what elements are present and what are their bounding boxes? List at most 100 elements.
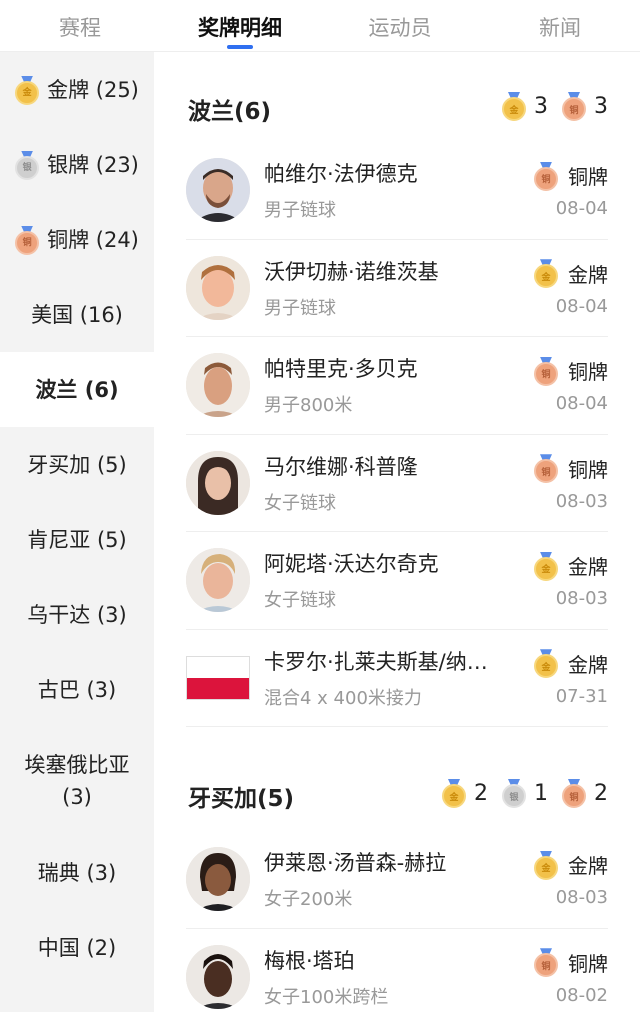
bronze-medal-icon: 铜 bbox=[534, 948, 558, 978]
bronze-medal-icon: 铜 bbox=[562, 92, 586, 121]
sidebar-item-poland[interactable]: 波兰 (6) bbox=[0, 352, 154, 427]
poland-flag-icon bbox=[186, 655, 250, 700]
medal-counts: 金 2 银 1 铜 2 bbox=[428, 779, 608, 808]
athlete-name: 阿妮塔·沃达尔奇克 bbox=[264, 552, 439, 577]
medal-detail-list: 波兰(6) 金 3 铜 3 帕维尔·法伊德克 男子链球 铜铜牌 08-04 沃伊… bbox=[154, 52, 640, 1012]
event-name: 女子200米 bbox=[264, 889, 353, 911]
gold-medal-icon: 金 bbox=[534, 259, 558, 289]
gold-count: 金 2 bbox=[442, 779, 488, 808]
sidebar-item-usa[interactable]: 美国 (16) bbox=[0, 277, 154, 352]
count-value: 2 bbox=[474, 780, 488, 806]
medal-row[interactable]: 帕特里克·多贝克 男子800米 铜铜牌 08-04 bbox=[186, 337, 608, 435]
medal-label: 金牌 bbox=[568, 262, 608, 287]
medal-label: 金牌 bbox=[568, 854, 608, 879]
medal-row[interactable]: 帕维尔·法伊德克 男子链球 铜铜牌 08-04 bbox=[186, 142, 608, 240]
athlete-name: 马尔维娜·科普隆 bbox=[264, 454, 418, 479]
section-header-jamaica: 牙买加(5) 金 2 银 1 铜 2 bbox=[154, 727, 640, 831]
sidebar-item-ethiopia[interactable]: 埃塞俄比亚 (3) bbox=[0, 727, 154, 835]
bronze-medal-icon: 铜 bbox=[534, 356, 558, 386]
medal-label: 铜牌 bbox=[568, 360, 608, 385]
silver-count: 银 1 bbox=[502, 779, 548, 808]
medal-row[interactable]: 梅根·塔珀 女子100米跨栏 铜铜牌 08-02 bbox=[186, 929, 608, 1012]
gold-medal-icon: 金 bbox=[442, 779, 466, 808]
athlete-name: 卡罗尔·扎莱夫斯基/纳… bbox=[264, 649, 488, 674]
count-value: 3 bbox=[534, 93, 548, 119]
tab-athletes[interactable]: 运动员 bbox=[320, 0, 480, 51]
athlete-avatar bbox=[186, 847, 250, 912]
athlete-avatar bbox=[186, 353, 250, 418]
bronze-medal-icon: 铜 bbox=[15, 225, 40, 255]
medal-row[interactable]: 卡罗尔·扎莱夫斯基/纳… 混合4 x 400米接力 金金牌 07-31 bbox=[186, 630, 608, 727]
medal-row[interactable]: 沃伊切赫·诺维茨基 男子链球 金金牌 08-04 bbox=[186, 240, 608, 337]
sidebar-item-gold[interactable]: 金 金牌 (25) bbox=[0, 52, 154, 127]
sidebar-item-label: 埃塞俄比亚 (3) bbox=[24, 753, 130, 809]
medal-row[interactable]: 阿妮塔·沃达尔奇克 女子链球 金金牌 08-03 bbox=[186, 532, 608, 630]
athlete-name: 帕特里克·多贝克 bbox=[264, 357, 418, 382]
tab-medal-details[interactable]: 奖牌明细 bbox=[160, 0, 320, 51]
athlete-avatar bbox=[186, 450, 250, 515]
top-tab-bar: 赛程 奖牌明细 运动员 新闻 bbox=[0, 0, 640, 52]
section-header-poland: 波兰(6) 金 3 铜 3 bbox=[154, 52, 640, 142]
medal-date: 08-04 bbox=[555, 198, 608, 220]
gold-medal-icon: 金 bbox=[502, 92, 526, 121]
athlete-name: 梅根·塔珀 bbox=[264, 948, 355, 973]
count-value: 1 bbox=[534, 780, 548, 806]
athlete-avatar bbox=[186, 548, 250, 613]
bronze-medal-icon: 铜 bbox=[534, 161, 558, 191]
medal-date: 08-03 bbox=[555, 887, 608, 909]
tab-news[interactable]: 新闻 bbox=[480, 0, 640, 51]
sidebar-item-uganda[interactable]: 乌干达 (3) bbox=[0, 577, 154, 652]
count-value: 2 bbox=[594, 780, 608, 806]
sidebar-item-cuba[interactable]: 古巴 (3) bbox=[0, 652, 154, 727]
sidebar-item-china[interactable]: 中国 (2) bbox=[0, 910, 154, 985]
event-name: 男子链球 bbox=[264, 297, 336, 319]
tab-schedule[interactable]: 赛程 bbox=[0, 0, 160, 51]
bronze-count: 铜 2 bbox=[562, 779, 608, 808]
country-title: 波兰(6) bbox=[188, 99, 272, 125]
country-sidebar: 金 金牌 (25) 银 银牌 (23) 铜 铜牌 (24) 美国 (16) 波兰… bbox=[0, 52, 154, 1012]
sidebar-item-sweden[interactable]: 瑞典 (3) bbox=[0, 835, 154, 910]
sidebar-item-label: 银牌 (23) bbox=[47, 152, 139, 177]
sidebar-item-kenya[interactable]: 肯尼亚 (5) bbox=[0, 502, 154, 577]
sidebar-item-label: 金牌 (25) bbox=[47, 77, 139, 102]
gold-medal-icon: 金 bbox=[534, 551, 558, 581]
medal-date: 08-04 bbox=[555, 295, 608, 317]
medal-row[interactable]: 马尔维娜·科普隆 女子链球 铜铜牌 08-03 bbox=[186, 435, 608, 532]
country-title: 牙买加(5) bbox=[188, 786, 295, 812]
gold-count: 金 3 bbox=[502, 92, 548, 121]
athlete-name: 帕维尔·法伊德克 bbox=[264, 162, 418, 187]
event-name: 女子链球 bbox=[264, 590, 336, 612]
bronze-count: 铜 3 bbox=[562, 92, 608, 121]
event-name: 男子链球 bbox=[264, 200, 336, 222]
medal-date: 08-03 bbox=[555, 588, 608, 610]
medal-label: 金牌 bbox=[568, 555, 608, 580]
medal-row[interactable]: 伊莱恩·汤普森-赫拉 女子200米 金金牌 08-03 bbox=[186, 831, 608, 929]
event-name: 女子100米跨栏 bbox=[264, 986, 389, 1008]
medal-label: 铜牌 bbox=[568, 165, 608, 190]
medal-label: 铜牌 bbox=[568, 951, 608, 976]
event-name: 男子800米 bbox=[264, 395, 353, 417]
gold-medal-icon: 金 bbox=[534, 649, 558, 679]
athlete-avatar bbox=[186, 255, 250, 320]
athlete-name: 伊莱恩·汤普森-赫拉 bbox=[264, 851, 447, 876]
gold-medal-icon: 金 bbox=[15, 75, 40, 105]
bronze-medal-icon: 铜 bbox=[534, 454, 558, 484]
medal-date: 08-02 bbox=[555, 984, 608, 1006]
medal-date: 08-04 bbox=[555, 393, 608, 415]
athlete-avatar bbox=[186, 944, 250, 1009]
gold-medal-icon: 金 bbox=[534, 850, 558, 880]
silver-medal-icon: 银 bbox=[15, 150, 40, 180]
sidebar-item-label: 铜牌 (24) bbox=[47, 227, 139, 252]
sidebar-item-silver[interactable]: 银 银牌 (23) bbox=[0, 127, 154, 202]
medal-label: 铜牌 bbox=[568, 457, 608, 482]
silver-medal-icon: 银 bbox=[502, 779, 526, 808]
sidebar-item-bronze[interactable]: 铜 铜牌 (24) bbox=[0, 202, 154, 277]
athlete-avatar bbox=[186, 158, 250, 223]
event-name: 混合4 x 400米接力 bbox=[264, 687, 422, 709]
medal-counts: 金 3 铜 3 bbox=[488, 92, 608, 121]
sidebar-item-jamaica[interactable]: 牙买加 (5) bbox=[0, 427, 154, 502]
count-value: 3 bbox=[594, 93, 608, 119]
event-name: 女子链球 bbox=[264, 492, 336, 514]
medal-date: 08-03 bbox=[555, 490, 608, 512]
bronze-medal-icon: 铜 bbox=[562, 779, 586, 808]
